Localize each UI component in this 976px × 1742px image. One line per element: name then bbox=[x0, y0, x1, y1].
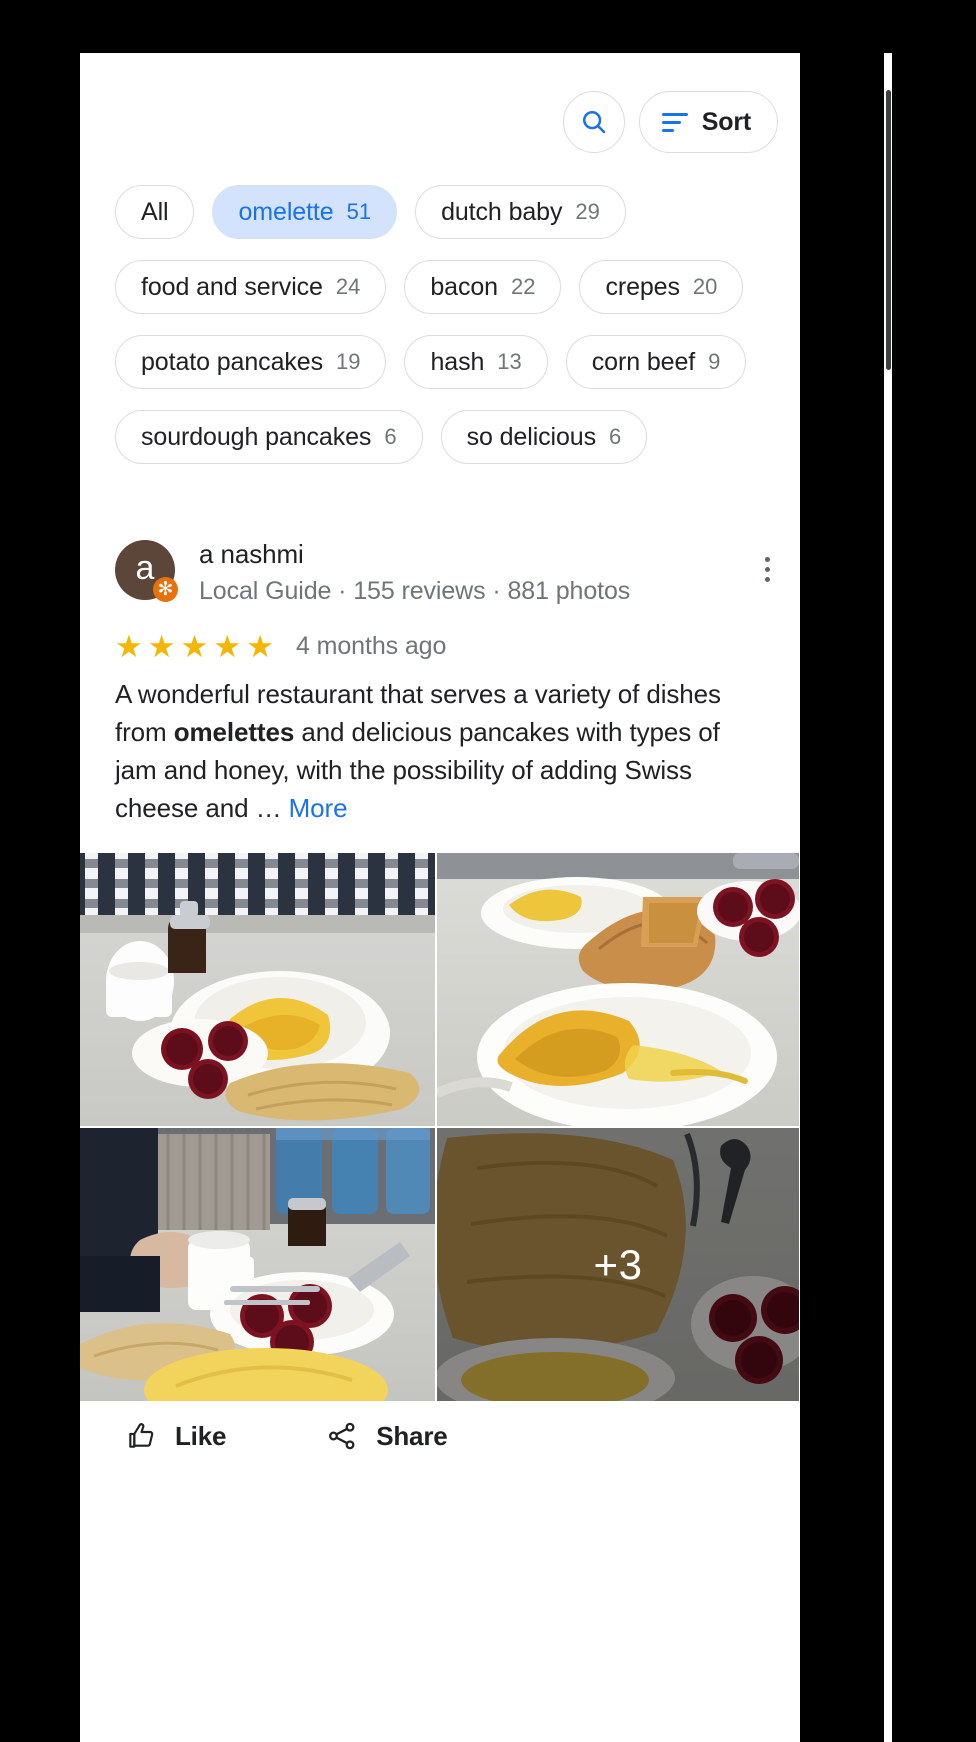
review-photo-1[interactable] bbox=[80, 853, 435, 1126]
review-topic-chips: All omelette 51 dutch baby 29 food and servic… bbox=[115, 185, 787, 464]
chip-count: 19 bbox=[335, 349, 361, 374]
chip-label: dutch baby bbox=[441, 197, 563, 226]
chip-dutch-baby[interactable]: dutch baby 29 bbox=[415, 185, 626, 239]
chip-count: 6 bbox=[384, 424, 397, 449]
chip-label: All bbox=[141, 197, 169, 226]
star-icon: ★ bbox=[213, 629, 242, 664]
review-more-link[interactable]: More bbox=[289, 793, 348, 823]
chip-label: so delicious bbox=[466, 422, 597, 451]
chip-potato-pancakes[interactable]: potato pancakes 19 bbox=[115, 335, 387, 389]
star-icon: ★ bbox=[180, 629, 209, 664]
review-photo-2[interactable] bbox=[437, 853, 799, 1126]
chip-crepes[interactable]: crepes 20 bbox=[579, 260, 744, 314]
sort-button-label: Sort bbox=[701, 107, 751, 136]
sort-icon bbox=[661, 112, 688, 132]
chip-label: hash bbox=[430, 347, 485, 376]
photo-1-image bbox=[80, 853, 435, 1126]
chip-All[interactable]: All bbox=[115, 185, 195, 239]
photo-2-image bbox=[437, 853, 799, 1126]
share-icon bbox=[329, 1422, 355, 1450]
chip-bacon[interactable]: bacon 22 bbox=[404, 260, 562, 314]
chip-count: 51 bbox=[346, 199, 372, 224]
screenshot-root: Sort All omelette 51 dutch baby 29 food and s… bbox=[0, 0, 976, 1742]
kebab-dot bbox=[764, 566, 770, 572]
review-author-row: a ✻ a nashmi Local Guide · 155 reviews ·… bbox=[115, 537, 787, 609]
chip-omelette[interactable]: omelette 51 bbox=[212, 185, 398, 239]
review-rating-row: ★ ★ ★ ★ ★ 4 months ago bbox=[115, 631, 446, 662]
chip-so-delicious[interactable]: so delicious 6 bbox=[440, 410, 648, 464]
chip-count: 6 bbox=[609, 424, 622, 449]
reviews-toolbar: Sort bbox=[562, 91, 778, 153]
review-photo-grid: +3 bbox=[80, 853, 799, 1401]
photo-3-image bbox=[80, 1128, 435, 1401]
chip-food-and-service[interactable]: food and service 24 bbox=[115, 260, 387, 314]
chip-sourdough-pancakes[interactable]: sourdough pancakes 6 bbox=[115, 410, 423, 464]
search-button[interactable] bbox=[562, 91, 625, 153]
photo-count-overlay: +3 bbox=[437, 1128, 799, 1401]
like-button-label: Like bbox=[175, 1420, 227, 1451]
review-text-keyword: omelettes bbox=[173, 717, 295, 747]
review-date: 4 months ago bbox=[295, 632, 447, 660]
chip-count: 13 bbox=[497, 349, 522, 374]
star-rating: ★ ★ ★ ★ ★ bbox=[115, 631, 274, 662]
local-guide-badge-icon: ✻ bbox=[153, 577, 178, 602]
more-options-icon[interactable] bbox=[747, 547, 787, 591]
chip-hash[interactable]: hash 13 bbox=[404, 335, 548, 389]
share-button[interactable]: Share bbox=[316, 1412, 457, 1460]
star-icon: ★ bbox=[147, 629, 176, 664]
avatar[interactable]: a ✻ bbox=[115, 540, 178, 602]
chip-corn-beef[interactable]: corn beef 9 bbox=[565, 335, 747, 389]
chip-count: 20 bbox=[692, 274, 718, 299]
kebab-dot bbox=[764, 556, 770, 562]
chip-label: sourdough pancakes bbox=[141, 422, 372, 451]
chip-label: bacon bbox=[430, 272, 498, 301]
review-photo-3[interactable] bbox=[80, 1128, 435, 1401]
scrollbar-thumb[interactable] bbox=[886, 90, 891, 370]
thumbs-up-icon bbox=[129, 1423, 154, 1448]
chip-label: corn beef bbox=[591, 347, 696, 376]
kebab-dot bbox=[764, 576, 770, 582]
review-photo-4[interactable]: +3 bbox=[437, 1128, 799, 1401]
review-author-meta: Local Guide · 155 reviews · 881 photos bbox=[199, 577, 631, 605]
like-button[interactable]: Like bbox=[115, 1412, 236, 1460]
reviews-panel: Sort All omelette 51 dutch baby 29 food and s… bbox=[80, 53, 800, 1742]
chip-label: food and service bbox=[141, 272, 323, 301]
share-button-label: Share bbox=[376, 1420, 448, 1451]
review-actions: Like Share bbox=[115, 1412, 458, 1460]
review-author-name[interactable]: a nashmi bbox=[199, 537, 747, 571]
star-icon: ★ bbox=[246, 629, 274, 664]
chip-count: 9 bbox=[708, 349, 721, 374]
chip-count: 24 bbox=[335, 274, 361, 299]
chip-label: crepes bbox=[605, 272, 680, 301]
review-author-info: a nashmi Local Guide · 155 reviews · 881… bbox=[199, 537, 747, 609]
chip-label: potato pancakes bbox=[141, 347, 323, 376]
review-text: A wonderful restaurant that serves a var… bbox=[115, 675, 743, 827]
search-icon bbox=[582, 110, 606, 134]
star-icon: ★ bbox=[115, 629, 143, 664]
chip-count: 22 bbox=[510, 274, 536, 299]
chip-label: omelette bbox=[238, 197, 334, 226]
chip-count: 29 bbox=[575, 199, 600, 224]
sort-button[interactable]: Sort bbox=[638, 91, 778, 153]
